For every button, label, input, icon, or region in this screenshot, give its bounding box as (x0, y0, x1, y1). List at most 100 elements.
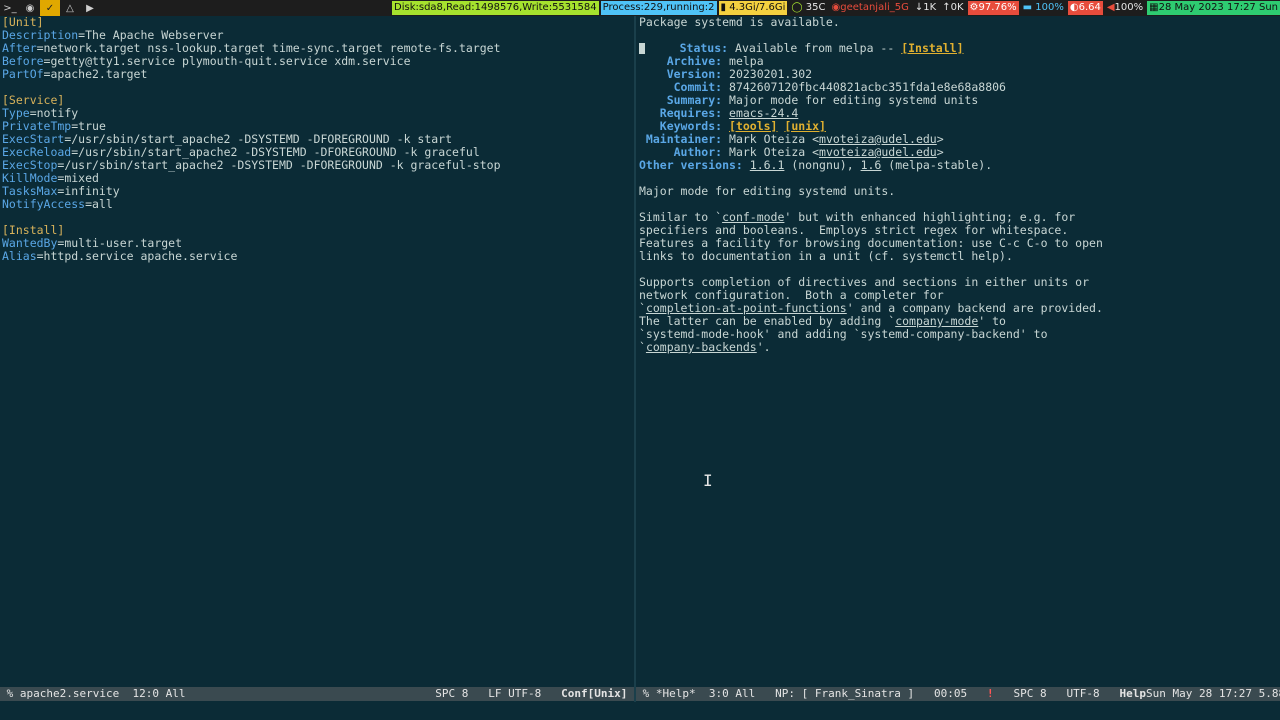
indent-info: SPC 8 (435, 687, 469, 700)
help-link[interactable]: 1.6.1 (750, 158, 785, 172)
cpu-temp-icon: ◯ (791, 2, 806, 13)
section-header: [Service] (2, 93, 65, 107)
text-span: '. (756, 340, 771, 354)
left-modeline[interactable]: % apache2.service 12:0 All SPC 8 LF UTF-… (0, 687, 634, 701)
conf-unix-buffer[interactable]: [Unit] Description=The Apache Webserver Af… (0, 16, 633, 686)
browser-icon[interactable]: ◉ (20, 0, 40, 16)
buffer-line (0, 81, 633, 94)
text-span: Features a facility for browsing documen… (639, 236, 1103, 250)
field-key: Other versions: (639, 158, 750, 172)
text-span: Major mode for editing systemd units (729, 93, 979, 107)
text-span: =/usr/sbin/start_apache2 -DSYSTEMD -DFOR… (64, 132, 453, 146)
section-header: [Install] (2, 223, 65, 237)
help-link[interactable]: [tools] (729, 119, 777, 133)
field-key: NotifyAccess (2, 197, 86, 211)
video-icon[interactable]: ▶ (80, 0, 100, 16)
buffer-line: `company-backends'. (637, 341, 1280, 354)
indent-info: SPC 8 (1013, 687, 1047, 700)
text-span: (melpa-stable). (881, 158, 993, 172)
calendar-icon: ▦ (1149, 2, 1159, 13)
encoding-info: UTF-8 (1066, 687, 1100, 700)
help-link[interactable]: [Install] (901, 41, 963, 55)
buffer-line: Alias=httpd.service apache.service (0, 250, 633, 263)
text-span: =network.target nss-lookup.target time-s… (36, 41, 501, 55)
buffer-line: PartOf=apache2.target (0, 68, 633, 81)
text-span: Available from melpa -- (735, 41, 902, 55)
help-link[interactable]: completion-at-point-functions (646, 301, 847, 315)
text-span: =apache2.target (43, 67, 148, 81)
text-span: =httpd.service apache.service (36, 249, 238, 263)
encoding-info: LF UTF-8 (488, 687, 542, 700)
text-span: =/usr/sbin/start_apache2 -DSYSTEMD -DFOR… (57, 158, 501, 172)
field-key: After (2, 41, 37, 55)
text-span: Major mode for editing systemd units. (639, 184, 896, 198)
help-link[interactable]: [unix] (784, 119, 826, 133)
field-key: Description (2, 28, 79, 42)
major-mode[interactable]: Help (1120, 687, 1147, 701)
echo-area[interactable] (0, 702, 1280, 720)
help-link[interactable]: mvoteiza@udel.edu (819, 132, 937, 146)
help-link[interactable]: 1.6 (861, 158, 882, 172)
field-key: Archive: (639, 54, 730, 68)
help-link[interactable]: company-mode (895, 314, 978, 328)
download-icon: ↓ (914, 2, 924, 13)
editor-icon[interactable]: ✓ (40, 0, 60, 16)
memory-icon: ▮ (720, 2, 730, 13)
field-key: ExecReload (2, 145, 72, 159)
text-span: ' but with enhanced highlighting; e.g. f… (784, 210, 1076, 224)
field-key: Alias (2, 249, 37, 263)
help-link[interactable]: emacs-24.4 (729, 106, 798, 120)
text-span: ` (639, 340, 646, 354)
cursor-position: 3:0 All (708, 687, 756, 700)
text-span: melpa (729, 54, 764, 68)
terminal-icon[interactable]: >_ (0, 0, 20, 16)
text-span: Supports completion of directives and se… (639, 275, 1090, 289)
text-span: > (936, 145, 944, 159)
field-key: Status: (645, 41, 736, 55)
buffer-line: Package systemd is available. (637, 16, 1280, 29)
text-span: =mixed (57, 171, 99, 185)
field-key: Version: (639, 67, 730, 81)
battery-icon: ▬ (1022, 2, 1036, 13)
field-key: Commit: (639, 80, 730, 94)
text-cursor-icon: I (703, 471, 713, 490)
text-span: 8742607120fbc440821acbc351fda1e8e68a8806 (729, 80, 1006, 94)
help-link[interactable]: conf-mode (722, 210, 784, 224)
clock-display: Sun May 28 17:27 5.88 (1146, 687, 1280, 700)
help-buffer[interactable]: Package systemd is available. Status: Av… (637, 16, 1280, 686)
text-span: =multi-user.target (57, 236, 183, 250)
help-link[interactable]: mvoteiza@udel.edu (819, 145, 937, 159)
text-span: ' and a company backend are provided. (846, 301, 1103, 315)
volume-status: 100% (1114, 2, 1144, 13)
text-span: =true (71, 119, 106, 133)
buffer-line (0, 211, 633, 224)
major-mode[interactable]: Conf[Unix] (561, 687, 627, 701)
buffer-name: % apache2.service (0, 687, 120, 700)
field-key: ExecStart (2, 132, 65, 146)
text-span: Package systemd is available. (639, 16, 840, 29)
memory-status: 4.3Gi/7.6Gi (729, 2, 786, 13)
field-key: WantedBy (2, 236, 58, 250)
workspace-switcher: >_ ◉ ✓ △ ▶ (0, 0, 100, 16)
text-span: network configuration. Both a completer … (639, 288, 944, 302)
linux-icon[interactable]: △ (60, 0, 80, 16)
text-span: (nongnu), (784, 158, 861, 172)
field-key: Type (2, 106, 30, 120)
text-span: `systemd-mode-hook' and adding `systemd-… (639, 327, 1048, 341)
upload-icon: ↑ (942, 2, 951, 13)
text-span: =The Apache Webserver (78, 28, 224, 42)
text-span: =notify (29, 106, 79, 120)
window-divider[interactable] (634, 16, 636, 702)
load-icon: ◐ (1069, 2, 1079, 13)
field-key: Maintainer: (639, 132, 730, 146)
text-span: =infinity (57, 184, 120, 198)
datetime-status: 28 May 2023 17:27 Sun (1158, 2, 1278, 13)
field-key: Keywords: (639, 119, 730, 133)
text-span: Similar to ` (639, 210, 723, 224)
right-modeline[interactable]: % *Help* 3:0 All NP: [ Frank_Sinatra ] 0… (636, 687, 1280, 701)
text-span: 20230201.302 (729, 67, 813, 81)
help-link[interactable]: company-backends (646, 340, 757, 354)
buffer-name: % *Help* (636, 687, 696, 700)
text-span: =all (85, 197, 113, 211)
wifi-icon: ◉ (831, 2, 841, 13)
